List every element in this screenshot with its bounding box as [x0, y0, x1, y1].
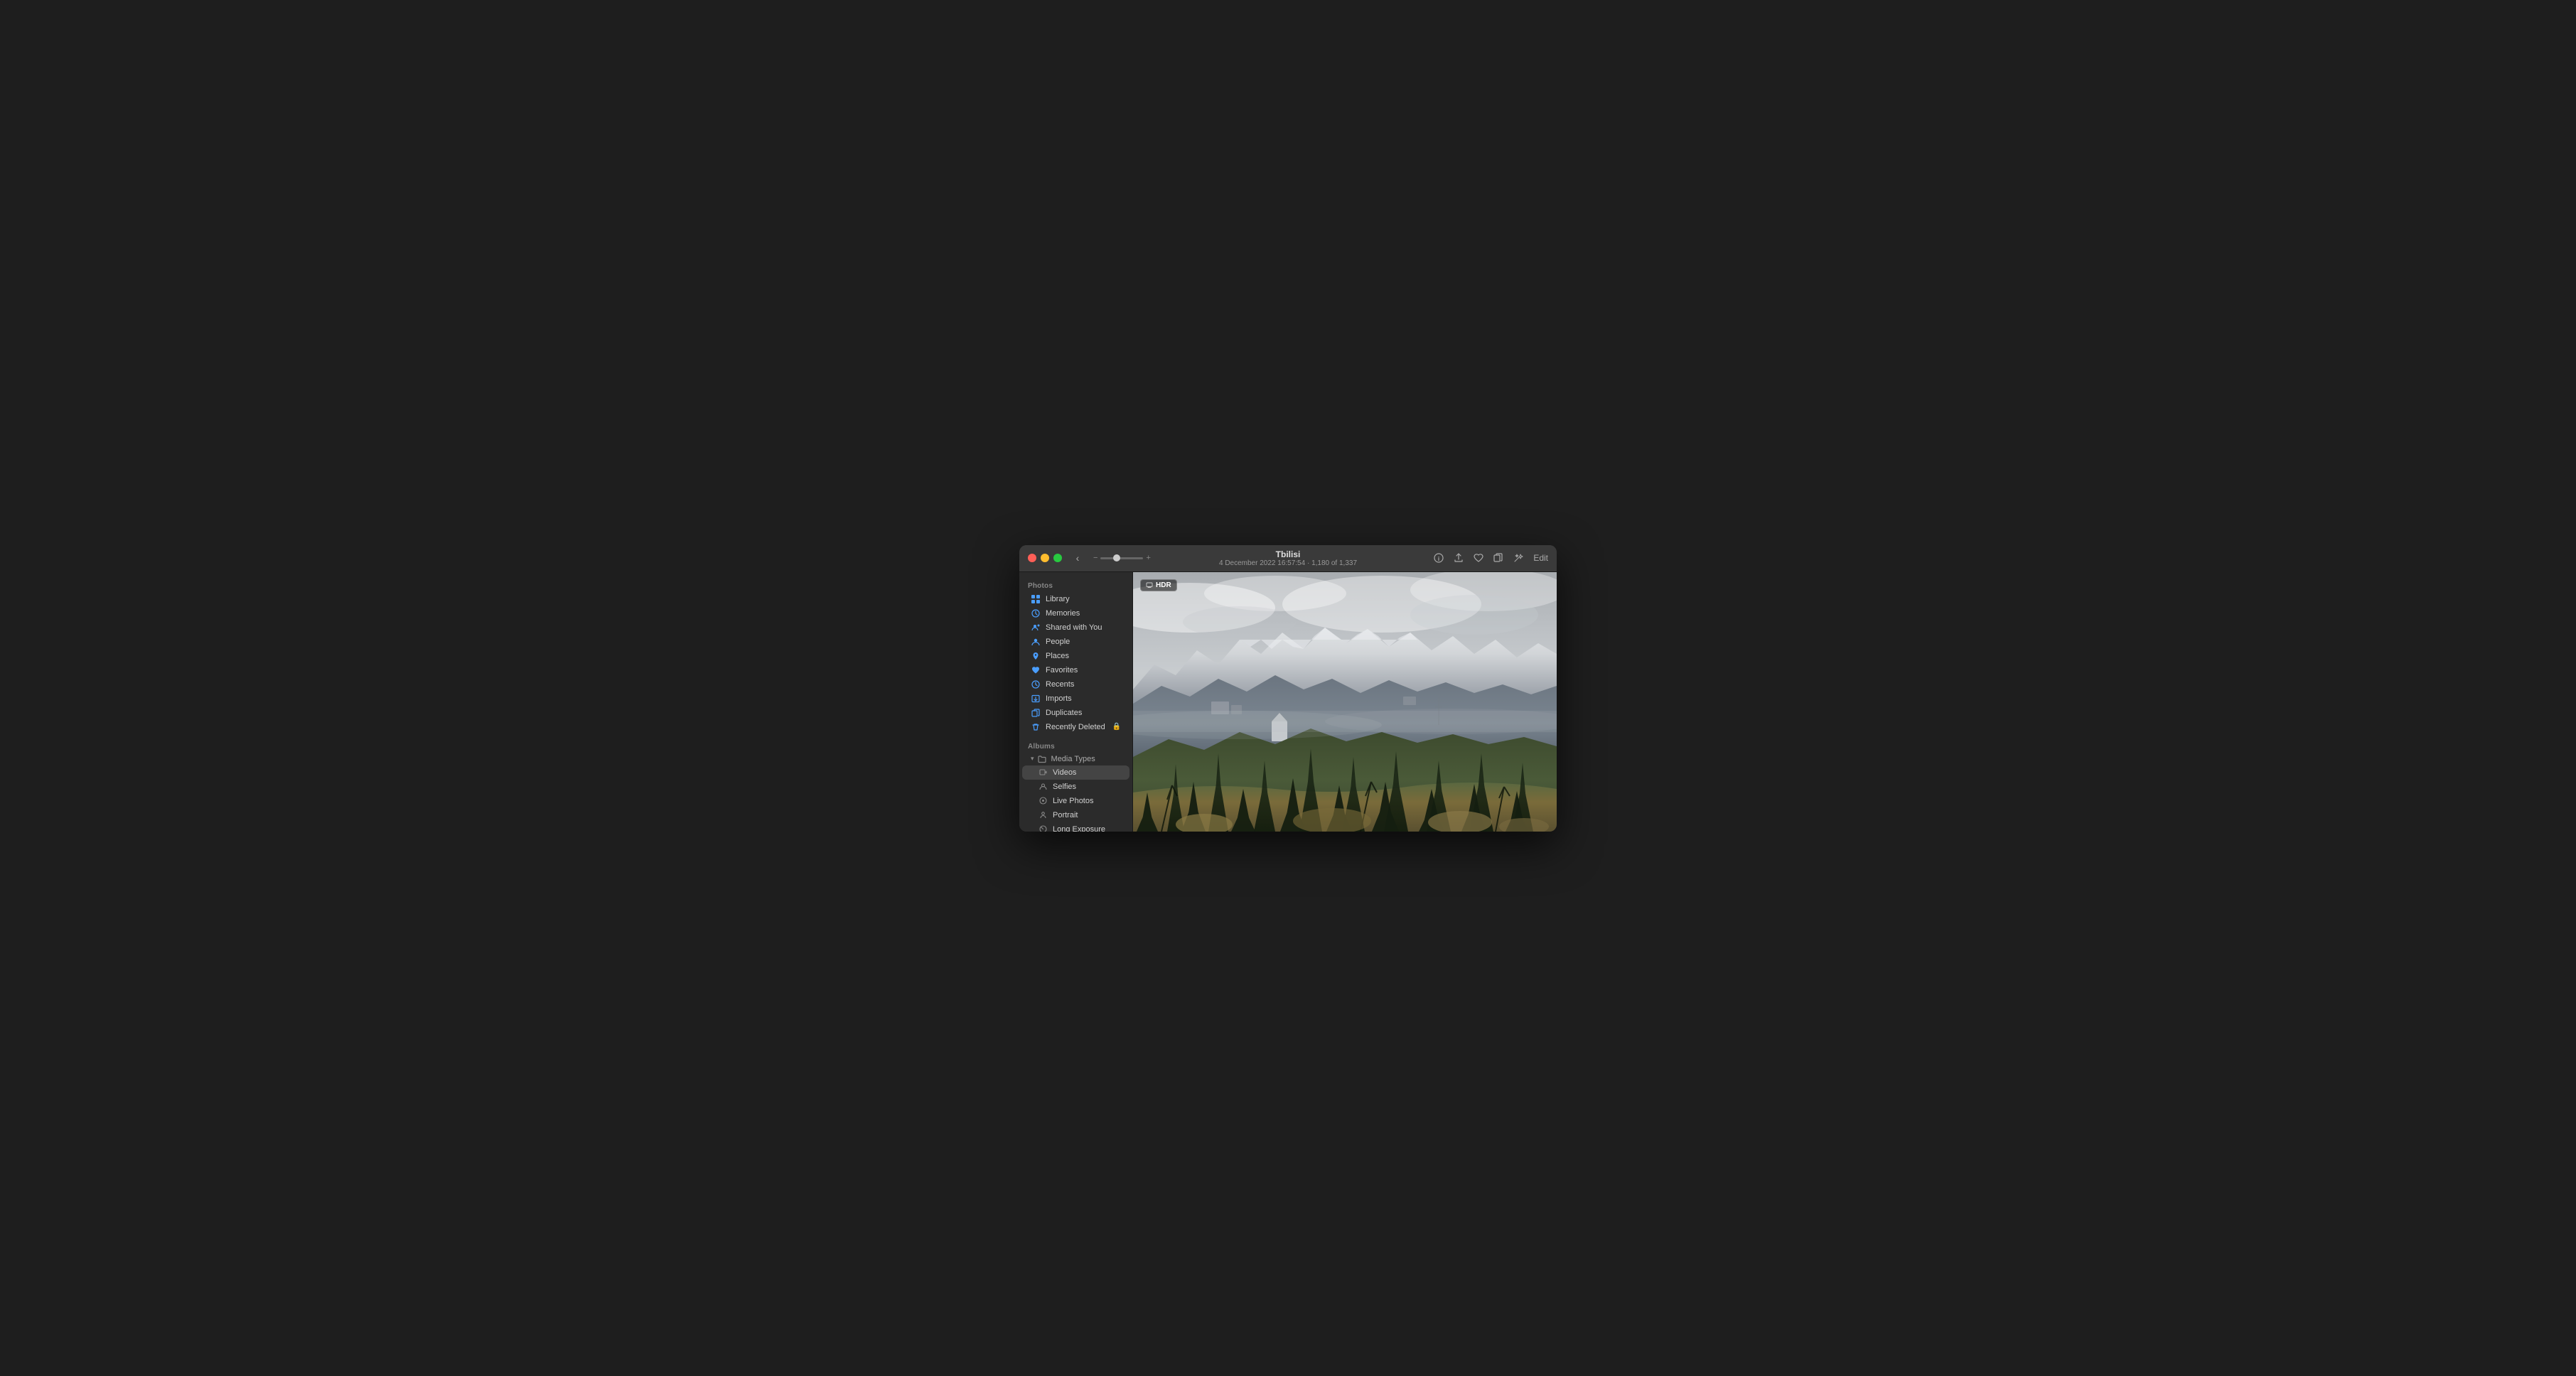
traffic-lights	[1028, 554, 1062, 562]
landscape-photo	[1133, 572, 1557, 832]
titlebar-actions: i	[1434, 553, 1548, 563]
minimize-button[interactable]	[1041, 554, 1049, 562]
duplicates-label: Duplicates	[1046, 709, 1082, 717]
live-photos-label: Live Photos	[1053, 797, 1093, 805]
library-label: Library	[1046, 595, 1070, 603]
sidebar-item-live-photos[interactable]: Live Photos	[1022, 794, 1129, 808]
info-button[interactable]: i	[1434, 553, 1444, 563]
recently-deleted-label: Recently Deleted	[1046, 723, 1105, 731]
video-icon	[1038, 768, 1048, 778]
location-icon	[1031, 651, 1041, 661]
photo-viewer: HDR	[1133, 572, 1557, 832]
hdr-badge: HDR	[1140, 579, 1177, 591]
duplicate-button[interactable]	[1493, 553, 1503, 563]
svg-text:i: i	[1438, 556, 1439, 562]
sidebar-item-duplicates[interactable]: Duplicates	[1022, 706, 1129, 720]
albums-section-label: Albums	[1019, 738, 1132, 753]
zoom-minus-button[interactable]: −	[1093, 554, 1098, 562]
favorites-label: Favorites	[1046, 666, 1078, 674]
photo-subtitle: 4 December 2022 16:57:54 · 1,180 of 1,33…	[1219, 559, 1357, 567]
portrait-label: Portrait	[1053, 811, 1078, 819]
photo-title: Tbilisi	[1219, 549, 1357, 559]
exposure-icon	[1038, 824, 1048, 832]
sidebar: Photos Library	[1019, 572, 1133, 832]
media-types-list: Videos Selfies	[1019, 765, 1132, 832]
shared-with-you-label: Shared with You	[1046, 623, 1102, 632]
imports-label: Imports	[1046, 694, 1072, 703]
sidebar-item-portrait[interactable]: Portrait	[1022, 808, 1129, 822]
zoom-track[interactable]	[1100, 557, 1143, 559]
places-label: Places	[1046, 652, 1069, 660]
sidebar-item-selfies[interactable]: Selfies	[1022, 780, 1129, 794]
close-button[interactable]	[1028, 554, 1036, 562]
person-share-icon	[1031, 623, 1041, 633]
selfies-label: Selfies	[1053, 783, 1076, 791]
nav-controls: ‹ − +	[1070, 551, 1151, 565]
photo-grid-icon	[1031, 594, 1041, 604]
portrait-icon	[1038, 810, 1048, 820]
app-window: ‹ − + Tbilisi 4 December 2022 16:57:54 ·…	[1019, 545, 1557, 832]
zoom-plus-button[interactable]: +	[1146, 554, 1150, 562]
heart-icon	[1031, 665, 1041, 675]
share-button[interactable]	[1454, 553, 1464, 563]
live-icon	[1038, 796, 1048, 806]
people-icon	[1031, 637, 1041, 647]
maximize-button[interactable]	[1053, 554, 1062, 562]
sidebar-item-library[interactable]: Library	[1022, 592, 1129, 606]
photos-section-label: Photos	[1019, 578, 1132, 592]
videos-label: Videos	[1053, 768, 1076, 777]
favorite-button[interactable]	[1474, 553, 1483, 563]
back-button[interactable]: ‹	[1070, 551, 1085, 565]
import-icon	[1031, 694, 1041, 704]
clock-icon	[1031, 679, 1041, 689]
sidebar-item-recents[interactable]: Recents	[1022, 677, 1129, 692]
sidebar-item-people[interactable]: People	[1022, 635, 1129, 649]
folder-icon	[1038, 755, 1046, 763]
enhance-button[interactable]	[1513, 553, 1523, 563]
sidebar-item-long-exposure[interactable]: Long Exposure	[1022, 822, 1129, 832]
recents-label: Recents	[1046, 680, 1074, 689]
selfie-icon	[1038, 782, 1048, 792]
sidebar-item-imports[interactable]: Imports	[1022, 692, 1129, 706]
memories-label: Memories	[1046, 609, 1080, 618]
edit-button[interactable]: Edit	[1533, 553, 1548, 563]
trash-icon	[1031, 722, 1041, 732]
long-exposure-label: Long Exposure	[1053, 825, 1105, 832]
sidebar-item-favorites[interactable]: Favorites	[1022, 663, 1129, 677]
sidebar-item-videos[interactable]: Videos	[1022, 765, 1129, 780]
main-content: Photos Library	[1019, 572, 1557, 832]
zoom-slider[interactable]: − +	[1093, 554, 1151, 562]
sidebar-item-memories[interactable]: Memories	[1022, 606, 1129, 620]
zoom-thumb[interactable]	[1113, 554, 1120, 561]
media-types-label: Media Types	[1051, 755, 1095, 763]
sidebar-item-recently-deleted[interactable]: Recently Deleted 🔒	[1022, 720, 1129, 734]
titlebar-center: Tbilisi 4 December 2022 16:57:54 · 1,180…	[1219, 549, 1357, 567]
chevron-down-icon: ▾	[1031, 755, 1034, 763]
sidebar-item-shared-with-you[interactable]: Shared with You	[1022, 620, 1129, 635]
duplicate-icon	[1031, 708, 1041, 718]
lock-icon: 🔒	[1112, 723, 1121, 731]
titlebar: ‹ − + Tbilisi 4 December 2022 16:57:54 ·…	[1019, 545, 1557, 572]
sidebar-item-places[interactable]: Places	[1022, 649, 1129, 663]
memories-icon	[1031, 608, 1041, 618]
people-label: People	[1046, 638, 1070, 646]
media-types-header[interactable]: ▾ Media Types	[1022, 753, 1129, 765]
display-icon	[1146, 581, 1153, 588]
